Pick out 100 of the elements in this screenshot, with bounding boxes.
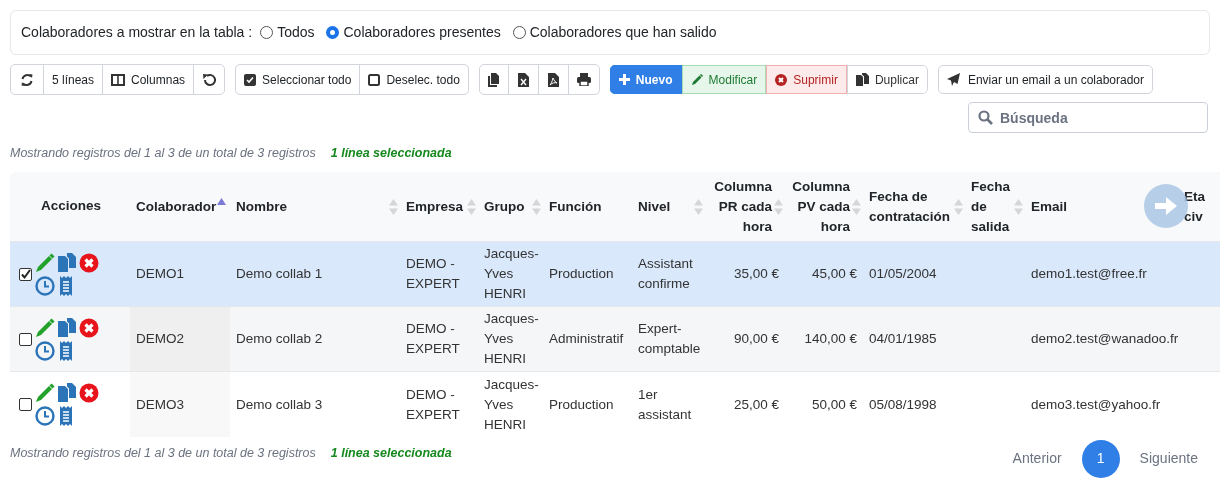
table-cell: 35,00 €: [733, 266, 779, 282]
empty-box-icon: [368, 73, 381, 86]
column-header[interactable]: Fecha de contratación: [869, 186, 952, 227]
sort-icon: [852, 198, 861, 215]
search-field[interactable]: Búsqueda: [968, 102, 1208, 133]
column-header[interactable]: Nivel: [638, 196, 671, 217]
sort-icon: [774, 198, 783, 215]
column-header[interactable]: Fecha de salida: [971, 176, 1012, 237]
table-cell: demo2.test@wanadoo.fr: [1031, 331, 1179, 347]
pencil-icon: [35, 383, 55, 403]
row-checkbox[interactable]: [19, 267, 32, 281]
column-header[interactable]: Grupo: [484, 196, 525, 217]
delete-button[interactable]: Suprimir: [766, 65, 847, 94]
table-cell: 25,00 €: [733, 396, 779, 412]
sort-icon: [954, 198, 963, 215]
pdf-file-icon: [547, 72, 559, 87]
sort-ascending-icon: [217, 197, 226, 205]
page-button[interactable]: 1: [1081, 439, 1120, 478]
table-cell: Jacques-Yves HENRI: [484, 376, 539, 432]
deselect-all-button[interactable]: Deselec. todo: [360, 65, 468, 94]
plus-icon: [618, 74, 630, 85]
row-checkbox[interactable]: [19, 398, 32, 411]
new-button[interactable]: Nuevo: [609, 65, 682, 94]
copy-icon: [487, 72, 500, 87]
table-cell: Production: [549, 396, 614, 412]
column-header[interactable]: Empresa: [406, 196, 464, 217]
records-info: Mostrando registros del 1 al 3 de un total de 3 registros: [10, 145, 316, 162]
clock-icon: [35, 275, 55, 296]
documents-icon: [57, 383, 77, 403]
refresh-icon: [20, 72, 34, 87]
radio-option[interactable]: Todos: [260, 22, 315, 43]
table-cell: 90,00 €: [733, 331, 779, 347]
pencil-icon: [35, 317, 55, 338]
table-cell: 1er assistant: [638, 386, 692, 422]
table-cell: DEMO - EXPERT: [406, 386, 460, 422]
send-icon: [946, 73, 960, 86]
table-cell: Demo collab 2: [236, 331, 323, 347]
selection-info: 1 línea seleccionada: [330, 444, 452, 462]
modify-button[interactable]: Modificar: [681, 65, 767, 94]
table-cell: 45,00 €: [811, 266, 857, 282]
duplicate-button[interactable]: Duplicar: [846, 65, 928, 94]
radio-option[interactable]: Colaboradores que han salido: [512, 22, 717, 43]
column-header[interactable]: Columna PR cada hora: [711, 176, 772, 237]
column-header[interactable]: Email: [1031, 196, 1068, 217]
sort-icon: [1014, 198, 1023, 215]
pencil-icon: [690, 73, 703, 86]
sort-icon: [389, 198, 398, 215]
select-all-button[interactable]: Seleccionar todo: [236, 65, 361, 94]
undo-icon: [202, 72, 217, 87]
table-cell: DEMO3: [136, 396, 184, 412]
documents-icon: [57, 252, 77, 273]
next-link[interactable]: Siguiente: [1133, 448, 1204, 470]
column-header[interactable]: Eta civ: [1184, 186, 1210, 227]
documents-icon: [57, 317, 77, 338]
table-row[interactable]: DEMO2 Demo collab 2 DEMO - EXPERT Jacques-Yves HENRI Administratif Expert-comptable 90,00 € 140,00 € 04/01/1985 demo2.test@wanadoo.fr: [10, 306, 1220, 372]
lines-button[interactable]: 5 líneas: [44, 65, 104, 94]
table-cell: Demo collab 3: [236, 396, 323, 412]
table-cell: 05/08/1998: [869, 396, 937, 412]
radio-option[interactable]: Colaboradores presentes: [326, 22, 501, 43]
previous-link[interactable]: Anterior: [1006, 448, 1068, 470]
sort-icon: [694, 198, 703, 215]
table-cell: demo1.test@free.fr: [1031, 266, 1147, 282]
table-cell: Assistant confirme: [638, 256, 693, 292]
table-cell: Production: [549, 266, 614, 282]
filter-label: Colaboradores a mostrar en la tabla :: [21, 23, 253, 42]
column-header: Acciones: [41, 198, 102, 214]
table-cell: DEMO - EXPERT: [406, 256, 460, 292]
cross-circle-icon: [79, 383, 99, 403]
column-header[interactable]: Columna PV cada hora: [791, 176, 850, 237]
sort-icon: [467, 198, 476, 215]
table-cell: demo3.test@yahoo.fr: [1031, 396, 1161, 412]
column-header[interactable]: Nombre: [236, 196, 287, 217]
table-cell: Expert-comptable: [638, 321, 701, 357]
table-cell: DEMO2: [136, 331, 184, 347]
columns-icon: [111, 73, 126, 86]
table-cell: Jacques-Yves HENRI: [484, 311, 539, 367]
columns-button[interactable]: Columnas: [103, 65, 195, 94]
table-cell: 01/05/2004: [869, 266, 937, 282]
pencil-icon: [35, 252, 55, 273]
sort-icon: [532, 198, 541, 215]
row-checkbox[interactable]: [19, 332, 32, 346]
excel-file-icon: [517, 72, 529, 87]
cross-circle-icon: [79, 317, 99, 338]
arrow-right-icon: [1155, 196, 1177, 215]
table-cell: Demo collab 1: [236, 266, 323, 282]
selection-info: 1 línea seleccionada: [330, 145, 452, 162]
table-cell: 04/01/1985: [869, 331, 937, 347]
clock-icon: [35, 406, 55, 426]
table-row[interactable]: DEMO3 Demo collab 3 DEMO - EXPERT Jacques-Yves HENRI Production 1er assistant 25,00 € 50,00 € 05/08/1998 demo3.test@yahoo.fr: [10, 371, 1220, 437]
search-icon: [978, 110, 993, 125]
email-button[interactable]: Enviar un email a un colaborador: [937, 65, 1153, 94]
clock-icon: [35, 340, 55, 361]
records-info: Mostrando registros del 1 al 3 de un total de 3 registros: [10, 444, 316, 462]
print-icon: [576, 73, 591, 86]
column-header[interactable]: Colaborador: [136, 196, 217, 217]
cross-circle-icon: [79, 252, 99, 273]
check-icon: [20, 268, 31, 280]
table-cell: DEMO1: [136, 266, 184, 282]
column-header[interactable]: Función: [549, 196, 602, 217]
table-cell: Jacques-Yves HENRI: [484, 246, 539, 302]
